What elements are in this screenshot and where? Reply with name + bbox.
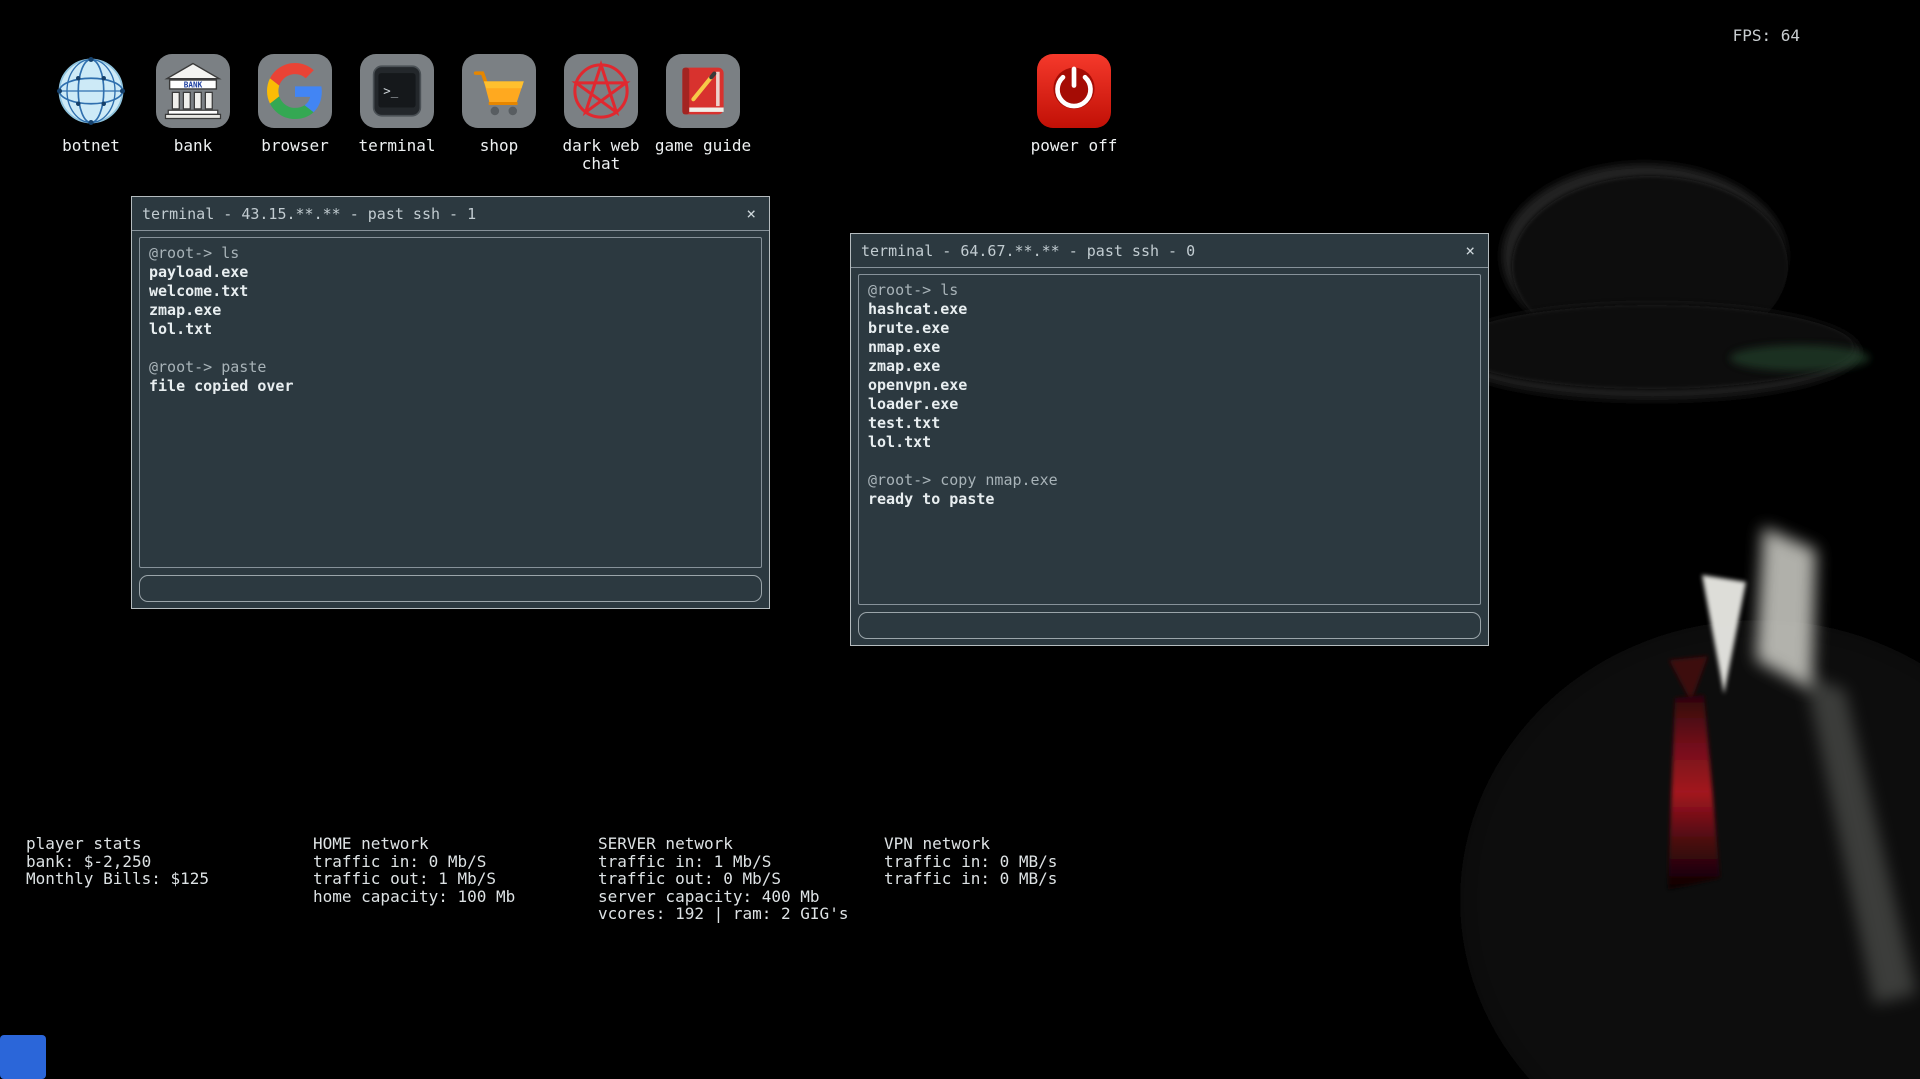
terminal-prompt-icon: >_ xyxy=(360,54,434,128)
globe-network-icon xyxy=(54,54,128,128)
terminal-line: brute.exe xyxy=(868,319,1471,338)
stat-line: traffic out: 1 Mb/S xyxy=(313,870,515,888)
power-off-button[interactable]: power off xyxy=(1023,54,1125,155)
terminal-window-2: terminal - 64.67.**.** - past ssh - 0 × … xyxy=(850,233,1489,646)
app-browser[interactable]: browser xyxy=(244,54,346,173)
panel-title: SERVER network xyxy=(598,835,848,853)
game-desktop: FPS: 64 botnet xyxy=(0,0,1920,1079)
terminal-window-1: terminal - 43.15.**.** - past ssh - 1 × … xyxy=(131,196,770,609)
terminal-line: @root-> ls xyxy=(149,244,752,263)
terminal-command-input[interactable] xyxy=(139,575,762,602)
fps-counter: FPS: 64 xyxy=(1733,26,1800,45)
vpn-network-panel: VPN network traffic in: 0 MB/straffic in… xyxy=(884,835,1057,888)
app-label: dark web chat xyxy=(551,137,651,173)
app-label: game guide xyxy=(655,137,751,155)
terminal-line: @root-> ls xyxy=(868,281,1471,300)
stat-line: home capacity: 100 Mb xyxy=(313,888,515,906)
panel-title: HOME network xyxy=(313,835,515,853)
terminal-line xyxy=(868,452,1471,471)
panel-title: player stats xyxy=(26,835,209,853)
brim-green-glint xyxy=(1730,345,1870,371)
stat-line: server capacity: 400 Mb xyxy=(598,888,848,906)
terminal-line: lol.txt xyxy=(868,433,1471,452)
terminal-line: openvpn.exe xyxy=(868,376,1471,395)
stat-line: traffic in: 1 Mb/S xyxy=(598,853,848,871)
server-network-panel: SERVER network traffic in: 1 Mb/Straffic… xyxy=(598,835,848,923)
app-label: browser xyxy=(261,137,328,155)
app-botnet[interactable]: botnet xyxy=(40,54,142,173)
app-dark-web-chat[interactable]: dark web chat xyxy=(550,54,652,173)
bank-building-icon: BANK xyxy=(156,54,230,128)
terminal-line: @root-> paste xyxy=(149,358,752,377)
app-label: power off xyxy=(1031,137,1118,155)
terminal-line: welcome.txt xyxy=(149,282,752,301)
terminal-line: @root-> copy nmap.exe xyxy=(868,471,1471,490)
close-icon[interactable]: × xyxy=(1462,241,1478,260)
app-label: bank xyxy=(174,137,213,155)
power-icon xyxy=(1037,54,1111,128)
panel-lines: traffic in: 0 MB/straffic in: 0 MB/s xyxy=(884,853,1057,888)
stat-line: bank: $-2,250 xyxy=(26,853,209,871)
app-dock: botnet BANK bank xyxy=(40,54,754,173)
terminal-line: loader.exe xyxy=(868,395,1471,414)
stat-line: traffic in: 0 MB/s xyxy=(884,853,1057,871)
terminal-line: zmap.exe xyxy=(868,357,1471,376)
stat-line: traffic out: 0 Mb/S xyxy=(598,870,848,888)
panel-lines: bank: $-2,250Monthly Bills: $125 xyxy=(26,853,209,888)
window-titlebar[interactable]: terminal - 43.15.**.** - past ssh - 1 × xyxy=(132,197,769,231)
app-label: shop xyxy=(480,137,519,155)
terminal-output: @root-> lshashcat.exebrute.exenmap.exezm… xyxy=(858,274,1481,605)
app-game-guide[interactable]: game guide xyxy=(652,54,754,173)
shopping-cart-icon xyxy=(462,54,536,128)
app-label: terminal xyxy=(358,137,435,155)
panel-lines: traffic in: 0 Mb/Straffic out: 1 Mb/Shom… xyxy=(313,853,515,906)
terminal-line: ready to paste xyxy=(868,490,1471,509)
game-guide-book-icon xyxy=(666,54,740,128)
terminal-line: lol.txt xyxy=(149,320,752,339)
google-g-icon xyxy=(258,54,332,128)
taskbar-tile[interactable] xyxy=(0,1035,46,1079)
window-title: terminal - 43.15.**.** - past ssh - 1 xyxy=(142,205,476,223)
window-title: terminal - 64.67.**.** - past ssh - 0 xyxy=(861,242,1195,260)
terminal-line: hashcat.exe xyxy=(868,300,1471,319)
bank-sign-text: BANK xyxy=(184,80,203,89)
stat-line: Monthly Bills: $125 xyxy=(26,870,209,888)
app-terminal[interactable]: >_ terminal xyxy=(346,54,448,173)
app-shop[interactable]: shop xyxy=(448,54,550,173)
terminal-line: nmap.exe xyxy=(868,338,1471,357)
panel-title: VPN network xyxy=(884,835,1057,853)
terminal-line: zmap.exe xyxy=(149,301,752,320)
terminal-line: test.txt xyxy=(868,414,1471,433)
terminal-line xyxy=(149,339,752,358)
app-label: botnet xyxy=(62,137,120,155)
terminal-command-input[interactable] xyxy=(858,612,1481,639)
terminal-line: payload.exe xyxy=(149,263,752,282)
player-stats-panel: player stats bank: $-2,250Monthly Bills:… xyxy=(26,835,209,888)
terminal-line: file copied over xyxy=(149,377,752,396)
terminal-icon-text: >_ xyxy=(383,84,398,98)
window-titlebar[interactable]: terminal - 64.67.**.** - past ssh - 0 × xyxy=(851,234,1488,268)
app-bank[interactable]: BANK bank xyxy=(142,54,244,173)
terminal-output: @root-> lspayload.exewelcome.txtzmap.exe… xyxy=(139,237,762,568)
pentagram-icon xyxy=(564,54,638,128)
home-network-panel: HOME network traffic in: 0 Mb/Straffic o… xyxy=(313,835,515,905)
panel-lines: traffic in: 1 Mb/Straffic out: 0 Mb/Sser… xyxy=(598,853,848,923)
stat-line: traffic in: 0 Mb/S xyxy=(313,853,515,871)
stat-line: traffic in: 0 MB/s xyxy=(884,870,1057,888)
stat-line: vcores: 192 | ram: 2 GIG's xyxy=(598,905,848,923)
close-icon[interactable]: × xyxy=(743,204,759,223)
